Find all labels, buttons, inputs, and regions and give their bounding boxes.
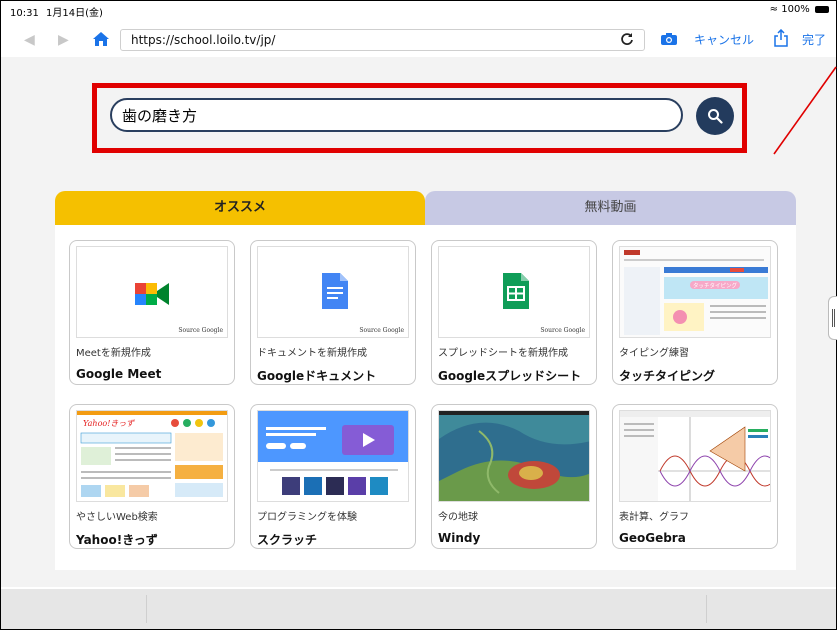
card-title: Google Meet <box>76 367 162 381</box>
status-battery: 100% <box>781 4 810 15</box>
search-button[interactable] <box>696 97 734 135</box>
bottom-toolbar <box>1 589 836 629</box>
side-panel-handle[interactable] <box>828 296 837 340</box>
camera-icon[interactable] <box>660 32 678 46</box>
website-screenshot-icon: タッチタイピング <box>620 247 770 337</box>
google-docs-thumbnail: Source Google <box>257 246 409 338</box>
google-sheets-thumbnail: Source Google <box>438 246 590 338</box>
source-label: Source Google <box>540 327 585 334</box>
toolbar-divider <box>706 595 707 623</box>
touch-typing-thumbnail: タッチタイピング <box>619 246 771 338</box>
card-caption: スプレッドシートを新規作成 <box>438 348 568 359</box>
card-caption: Meetを新規作成 <box>76 348 151 359</box>
card-caption: プログラミングを体験 <box>257 512 357 523</box>
thumb-title: Yahoo!きっず <box>83 419 135 428</box>
app-card-scratch[interactable]: プログラミングを体験 スクラッチ <box>250 404 416 549</box>
battery-icon <box>815 5 829 13</box>
google-meet-thumbnail: Source Google <box>76 246 228 338</box>
url-text: https://school.loilo.tv/jp/ <box>131 33 276 47</box>
app-grid: Source Google Meetを新規作成 Google Meet Sour… <box>55 225 796 570</box>
url-field[interactable]: https://school.loilo.tv/jp/ <box>120 29 645 51</box>
status-bar-right: ≈ 100% <box>770 4 829 15</box>
card-caption: やさしいWeb検索 <box>76 512 158 523</box>
cancel-button[interactable]: キャンセル <box>694 31 754 48</box>
app-card-touch-typing[interactable]: タッチタイピング タイピング練習 タッチタイピング <box>612 240 778 385</box>
thumb-title: タッチタイピング <box>693 282 738 290</box>
category-tabs: オススメ 無料動画 <box>55 191 796 225</box>
status-time: 10:31 <box>10 8 39 19</box>
home-icon[interactable] <box>92 30 110 48</box>
back-arrow-icon[interactable]: ◀ <box>24 32 35 48</box>
annotation-line <box>773 66 837 155</box>
card-caption: ドキュメントを新規作成 <box>257 348 367 359</box>
toolbar-divider <box>146 595 147 623</box>
forward-arrow-icon[interactable]: ▶ <box>58 32 69 48</box>
app-card-google-sheets[interactable]: Source Google スプレッドシートを新規作成 Googleスプレッドシ… <box>431 240 597 385</box>
scratch-thumbnail <box>257 410 409 502</box>
card-title: Googleドキュメント <box>257 369 377 383</box>
website-screenshot-icon <box>258 411 408 501</box>
windy-thumbnail <box>438 410 590 502</box>
app-card-google-docs[interactable]: Source Google ドキュメントを新規作成 Googleドキュメント <box>250 240 416 385</box>
source-label: Source Google <box>359 327 404 334</box>
status-date: 1月14日(金) <box>46 8 103 19</box>
done-button[interactable]: 完了 <box>802 31 826 48</box>
geogebra-thumbnail <box>619 410 771 502</box>
search-input[interactable]: 歯の磨き方 <box>110 98 683 132</box>
search-query: 歯の磨き方 <box>122 107 198 125</box>
card-title: Windy <box>438 531 481 545</box>
app-card-google-meet[interactable]: Source Google Meetを新規作成 Google Meet <box>69 240 235 385</box>
tab-free-video[interactable]: 無料動画 <box>425 191 796 225</box>
card-title: スクラッチ <box>257 533 318 547</box>
share-icon[interactable] <box>774 29 788 47</box>
card-caption: タイピング練習 <box>619 348 689 359</box>
card-title: Googleスプレッドシート <box>438 369 582 383</box>
browser-toolbar: ◀ ▶ https://school.loilo.tv/jp/ キャンセル 完了 <box>0 24 837 56</box>
grip-icon <box>832 309 835 327</box>
website-screenshot-icon: Yahoo!きっず <box>77 411 227 501</box>
search-icon <box>708 109 723 124</box>
status-bar-left: 10:31 1月14日(金) <box>10 4 103 19</box>
wifi-icon: ≈ <box>769 4 779 15</box>
reload-icon[interactable] <box>620 32 634 46</box>
app-card-yahoo-kids[interactable]: Yahoo!きっず やさしいWeb検索 Yahoo!きっず <box>69 404 235 549</box>
google-sheets-icon <box>503 273 529 309</box>
tab-recommended[interactable]: オススメ <box>55 191 425 225</box>
card-title: タッチタイピング <box>619 369 716 383</box>
card-caption: 表計算、グラフ <box>619 512 689 523</box>
source-label: Source Google <box>178 327 223 334</box>
card-title: Yahoo!きっず <box>76 533 158 547</box>
weather-map-icon <box>439 411 589 501</box>
google-docs-icon <box>322 273 348 309</box>
google-meet-icon <box>135 283 169 305</box>
card-caption: 今の地球 <box>438 512 478 523</box>
app-card-geogebra[interactable]: 表計算、グラフ GeoGebra <box>612 404 778 549</box>
app-card-windy[interactable]: 今の地球 Windy <box>431 404 597 549</box>
yahoo-kids-thumbnail: Yahoo!きっず <box>76 410 228 502</box>
card-title: GeoGebra <box>619 531 686 545</box>
graph-screenshot-icon <box>620 411 770 501</box>
